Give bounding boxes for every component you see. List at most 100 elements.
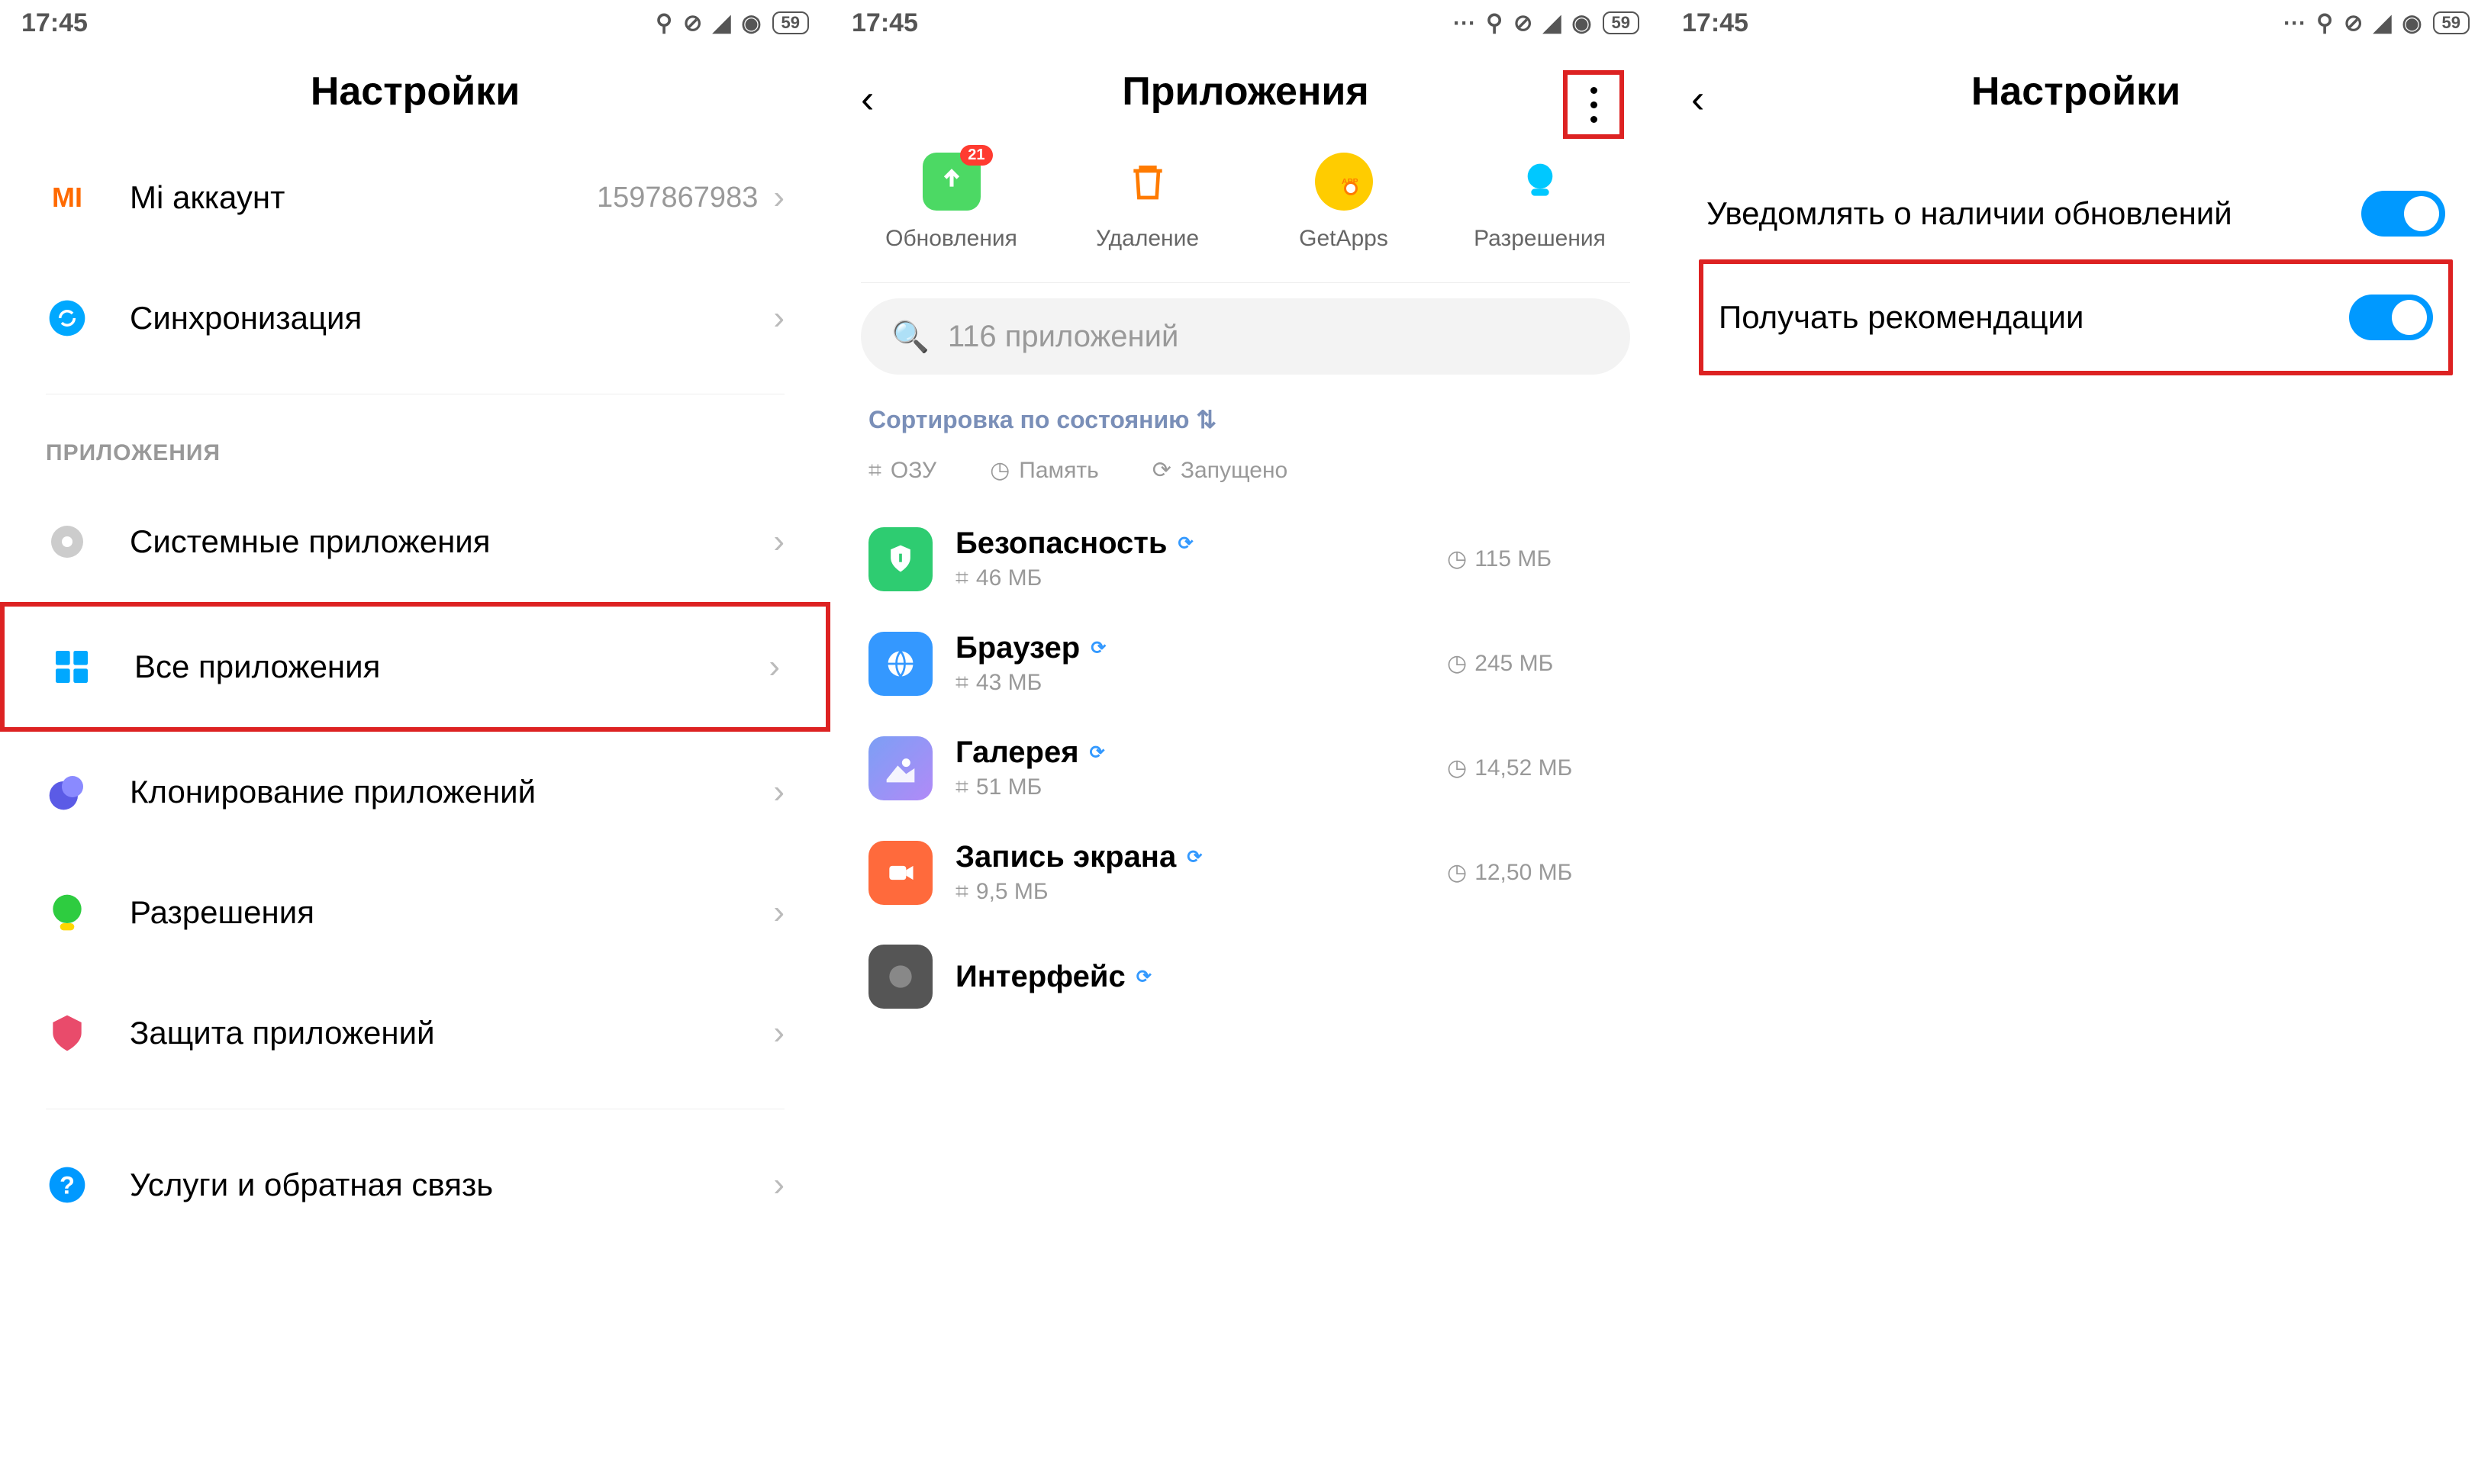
- chevron-right-icon: ›: [773, 523, 785, 561]
- loading-icon: ⟳: [1136, 966, 1152, 988]
- status-time: 17:45: [1682, 8, 1748, 38]
- sync-label: Синхронизация: [130, 300, 773, 336]
- settings-panel: 17:45 ⚲ ⊘ ◢ ◉ 59 Настройки MI Mi аккаунт…: [0, 0, 830, 1484]
- system-apps-label: Системные приложения: [130, 523, 773, 560]
- feedback-row[interactable]: ? Услуги и обратная связь ›: [46, 1125, 785, 1245]
- sort-selector[interactable]: Сортировка по состоянию ⇅: [868, 406, 1216, 433]
- getapps-label: GetApps: [1299, 226, 1388, 252]
- app-icon: [868, 632, 933, 696]
- spinner-icon: ⟳: [1152, 457, 1171, 484]
- battery-icon: 59: [772, 11, 809, 34]
- recommendations-label: Получать рекомендации: [1719, 297, 2349, 339]
- notify-updates-toggle[interactable]: [2361, 191, 2445, 237]
- clock-icon: ◷: [1447, 755, 1467, 781]
- chip-icon: ⌗: [955, 670, 968, 696]
- running-stat: ⟳Запущено: [1152, 457, 1287, 484]
- all-apps-label: Все приложения: [134, 649, 769, 685]
- loading-icon: ⟳: [1090, 742, 1105, 764]
- clone-icon: [46, 771, 89, 813]
- app-protection-row[interactable]: Защита приложений ›: [46, 973, 785, 1093]
- memory-stat: ◷Память: [990, 457, 1099, 484]
- updates-icon: 21: [923, 153, 981, 211]
- app-icon: [868, 736, 933, 800]
- wifi-icon: ◉: [741, 10, 761, 37]
- status-bar: 17:45 ⋯⚲⊘◢◉ 59: [1661, 0, 2491, 46]
- recommendations-toggle[interactable]: [2349, 295, 2433, 340]
- permissions-action-label: Разрешения: [1474, 226, 1606, 252]
- back-button[interactable]: ‹: [861, 76, 874, 122]
- delete-label: Удаление: [1096, 226, 1199, 252]
- gear-icon: [46, 520, 89, 563]
- getapps-action[interactable]: APPS GetApps: [1268, 153, 1420, 252]
- page-title: Настройки: [1971, 69, 2180, 114]
- app-name: Запись экрана: [955, 840, 1176, 874]
- header: Настройки: [0, 46, 830, 137]
- trash-icon: [1119, 153, 1177, 211]
- status-bar: 17:45 ⚲ ⊘ ◢ ◉ 59: [0, 0, 830, 46]
- getapps-icon: APPS: [1315, 153, 1373, 211]
- loading-icon: ⟳: [1178, 533, 1193, 555]
- all-apps-row[interactable]: Все приложения ›: [50, 607, 780, 727]
- signal-icon: ◢: [713, 10, 730, 37]
- clock-icon: ◷: [1447, 650, 1467, 677]
- app-item-recorder[interactable]: Запись экрана⟳ ⌗9,5 МБ ◷12,50 МБ: [861, 820, 1630, 925]
- app-ram: 51 МБ: [976, 774, 1042, 800]
- shield-icon: [46, 1012, 89, 1054]
- feedback-label: Услуги и обратная связь: [130, 1167, 773, 1203]
- header: ‹ Приложения: [830, 46, 1661, 137]
- app-item-gallery[interactable]: Галерея⟳ ⌗51 МБ ◷14,52 МБ: [861, 716, 1630, 820]
- status-icons: ⋯⚲⊘◢◉ 59: [1452, 10, 1639, 37]
- clone-apps-label: Клонирование приложений: [130, 774, 773, 810]
- mi-logo-icon: MI: [46, 176, 89, 219]
- back-button[interactable]: ‹: [1691, 76, 1704, 122]
- chevron-right-icon: ›: [773, 893, 785, 932]
- status-time: 17:45: [852, 8, 918, 38]
- chevron-right-icon: ›: [773, 299, 785, 337]
- app-item-browser[interactable]: Браузер⟳ ⌗43 МБ ◷245 МБ: [861, 611, 1630, 716]
- chip-icon: ⌗: [868, 458, 881, 484]
- permissions-action[interactable]: Разрешения: [1464, 153, 1616, 252]
- chip-icon: ⌗: [955, 879, 968, 905]
- system-apps-row[interactable]: Системные приложения ›: [46, 481, 785, 602]
- search-placeholder: 116 приложений: [948, 320, 1179, 354]
- chip-icon: ⌗: [955, 565, 968, 591]
- recommendations-row[interactable]: Получать рекомендации: [1711, 272, 2441, 363]
- mi-account-row[interactable]: MI Mi аккаунт 1597867983 ›: [46, 137, 785, 258]
- recommendations-highlight: Получать рекомендации: [1699, 259, 2453, 375]
- ram-stat: ⌗ОЗУ: [868, 458, 936, 484]
- permissions-row[interactable]: Разрешения ›: [46, 852, 785, 973]
- chevron-right-icon: ›: [773, 773, 785, 811]
- updates-action[interactable]: 21 Обновления: [875, 153, 1028, 252]
- svg-text:APPS: APPS: [1342, 177, 1358, 186]
- app-name: Браузер: [955, 631, 1080, 665]
- chevron-right-icon: ›: [773, 1014, 785, 1052]
- app-item-interface[interactable]: Интерфейс ⟳: [861, 925, 1630, 1028]
- svg-text:?: ?: [60, 1171, 75, 1199]
- battery-icon: 59: [2433, 11, 2470, 34]
- chevron-right-icon: ›: [773, 179, 785, 217]
- app-storage: 115 МБ: [1474, 546, 1552, 572]
- delete-action[interactable]: Удаление: [1071, 153, 1224, 252]
- permissions-icon: [46, 891, 89, 934]
- page-title: Приложения: [1122, 69, 1368, 114]
- search-input[interactable]: 🔍 116 приложений: [861, 298, 1630, 375]
- mi-account-label: Mi аккаунт: [130, 179, 597, 216]
- sync-row[interactable]: Синхронизация ›: [46, 258, 785, 378]
- app-storage: 245 МБ: [1474, 651, 1553, 677]
- app-item-security[interactable]: Безопасность⟳ ⌗46 МБ ◷115 МБ: [861, 507, 1630, 611]
- app-name: Интерфейс: [955, 960, 1126, 994]
- apps-grid-icon: [50, 645, 93, 688]
- notify-updates-row[interactable]: Уведомлять о наличии обновлений: [1699, 168, 2453, 259]
- app-storage: 12,50 МБ: [1474, 860, 1572, 886]
- dnd-icon: ⊘: [683, 10, 702, 37]
- clone-apps-row[interactable]: Клонирование приложений ›: [46, 732, 785, 852]
- app-name: Галерея: [955, 736, 1079, 770]
- app-ram: 9,5 МБ: [976, 879, 1049, 905]
- sync-icon: [46, 297, 89, 340]
- notify-updates-label: Уведомлять о наличии обновлений: [1706, 193, 2361, 235]
- chevron-right-icon: ›: [773, 1166, 785, 1204]
- status-time: 17:45: [21, 8, 88, 38]
- more-menu-button[interactable]: [1563, 70, 1624, 139]
- status-bar: 17:45 ⋯⚲⊘◢◉ 59: [830, 0, 1661, 46]
- app-name: Безопасность: [955, 526, 1167, 561]
